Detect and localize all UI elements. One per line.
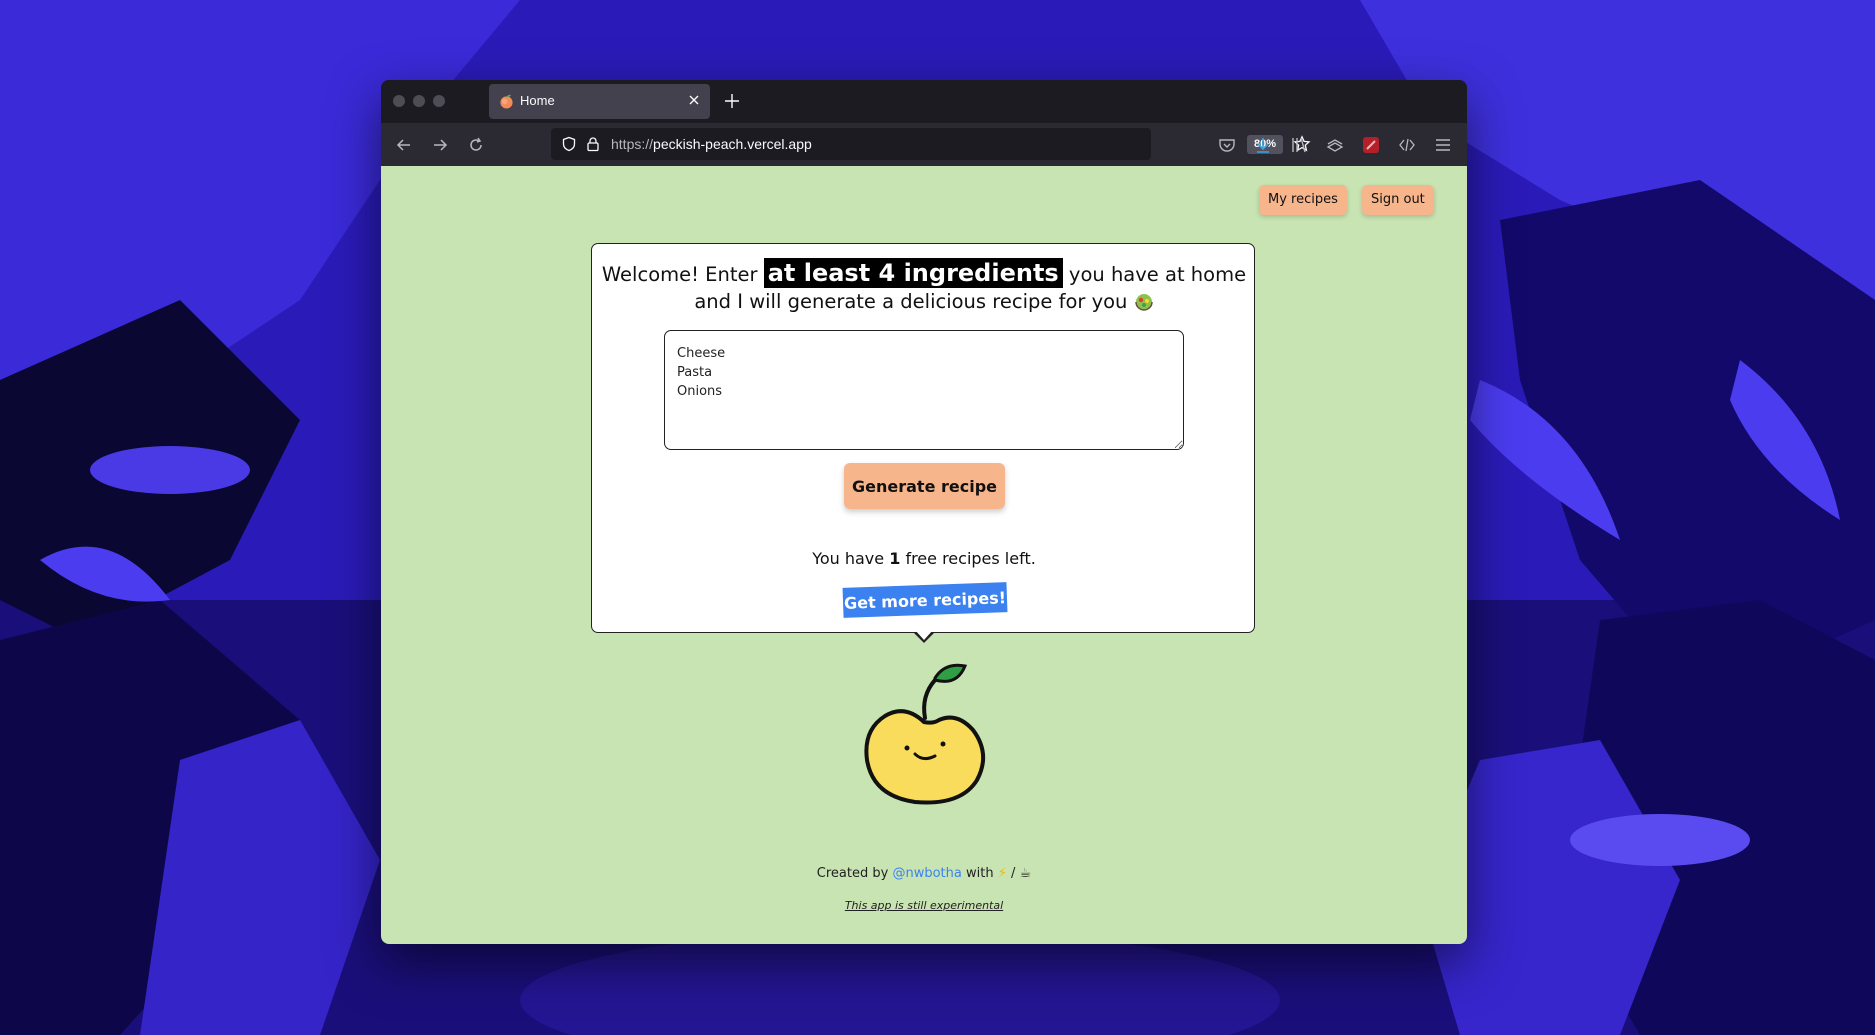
url-host: peckish-peach.vercel.app [653,136,812,152]
free-suffix: free recipes left. [905,549,1036,568]
bubble-tail-fill [915,630,933,640]
back-icon[interactable] [394,135,414,155]
lightning-icon: ⚡ [997,866,1007,881]
url-bar[interactable]: https://peckish-peach.vercel.app 80% [551,128,1311,160]
minimize-window-icon[interactable] [413,95,425,107]
welcome-headline: Welcome! Enter at least 4 ingredients yo… [592,258,1256,315]
extension-stack-icon[interactable] [1325,135,1345,155]
salad-icon [1134,294,1153,311]
code-icon[interactable] [1397,135,1417,155]
free-prefix: You have [812,549,885,568]
browser-window: Home https://peckish-peach.vercel.app 80… [381,80,1467,944]
experimental-note: This app is still experimental [844,899,1004,912]
coffee-icon: ☕ [1019,866,1032,881]
recipe-speech-bubble: Welcome! Enter at least 4 ingredients yo… [591,243,1255,633]
tab-home[interactable]: Home [489,84,710,119]
library-icon[interactable] [1289,135,1309,155]
forward-icon[interactable] [430,135,450,155]
headline-before: Welcome! Enter [601,263,758,286]
sign-out-button[interactable]: Sign out [1362,185,1434,215]
headline-highlight: at least 4 ingredients [763,258,1063,288]
url-text[interactable]: https://peckish-peach.vercel.app [611,136,812,152]
zoom-window-icon[interactable] [433,95,445,107]
lock-icon[interactable] [585,136,601,152]
free-recipes-remaining: You have 1 free recipes left. [592,549,1256,568]
footer-with: with [966,866,994,881]
close-window-icon[interactable] [393,95,405,107]
menu-icon[interactable] [1433,135,1453,155]
ingredients-input[interactable]: Cheese Pasta Onions [664,330,1184,450]
get-more-recipes-button[interactable]: Get more recipes! [842,582,1008,618]
my-recipes-button[interactable]: My recipes [1259,185,1347,215]
author-link[interactable]: @nwbotha [892,866,961,881]
peach-icon [500,94,513,109]
new-tab-icon[interactable] [723,92,741,110]
page-content: My recipes Sign out Welcome! Enter at le… [381,166,1467,944]
reload-icon[interactable] [466,135,486,155]
footer-credit: Created by @nwbotha with ⚡ / ☕ [381,866,1467,881]
tab-title: Home [520,93,555,108]
pocket-icon[interactable] [1217,135,1237,155]
generate-recipe-button[interactable]: Generate recipe [844,463,1005,509]
peach-mascot [864,663,985,805]
nav-toolbar: https://peckish-peach.vercel.app 80% [381,123,1467,166]
shield-icon[interactable] [561,136,577,152]
close-tab-icon[interactable] [686,92,702,108]
url-protocol: https:// [611,136,654,152]
footer-created-by: Created by [816,866,889,881]
footer-separator: / [1011,866,1016,881]
free-count: 1 [889,549,901,568]
extension-red-icon[interactable] [1361,135,1381,155]
tab-bar: Home [381,80,1467,123]
downloads-icon[interactable] [1253,135,1273,155]
